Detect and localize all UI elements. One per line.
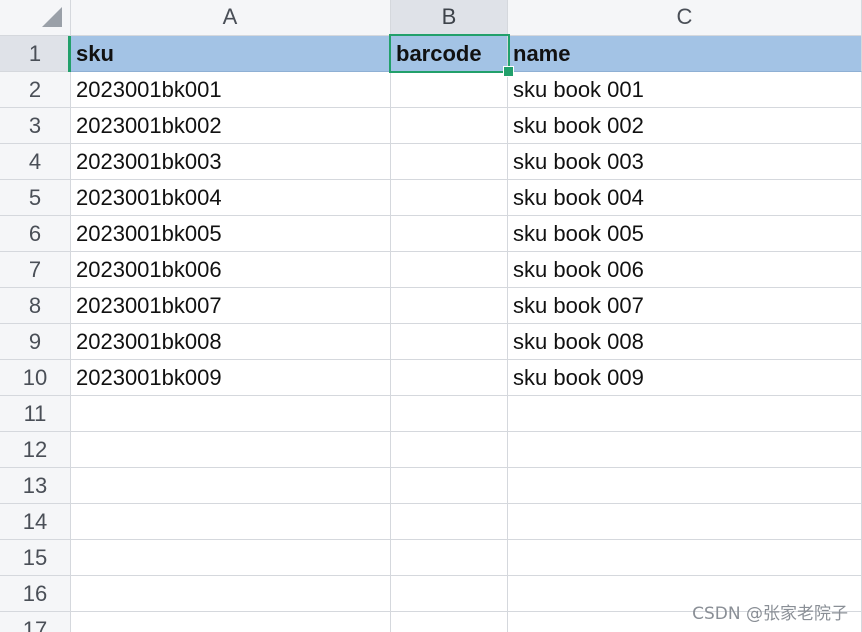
cell-b17[interactable] bbox=[391, 612, 508, 632]
cell-c12[interactable] bbox=[508, 432, 862, 468]
cell-b15[interactable] bbox=[391, 540, 508, 576]
row-header-11[interactable]: 11 bbox=[0, 396, 70, 432]
cell-c6[interactable]: sku book 005 bbox=[508, 216, 862, 252]
cell-b9[interactable] bbox=[391, 324, 508, 360]
row-header-15[interactable]: 15 bbox=[0, 540, 70, 576]
cell-b5[interactable] bbox=[391, 180, 508, 216]
cell-a12[interactable] bbox=[71, 432, 391, 468]
cell-a11[interactable] bbox=[71, 396, 391, 432]
cell-a10[interactable]: 2023001bk009 bbox=[71, 360, 391, 396]
row-header-9[interactable]: 9 bbox=[0, 324, 70, 360]
cell-c14[interactable] bbox=[508, 504, 862, 540]
row-1-left-indicator bbox=[68, 36, 71, 72]
table-row bbox=[71, 504, 862, 540]
cell-a16[interactable] bbox=[71, 576, 391, 612]
table-row bbox=[71, 468, 862, 504]
table-row: 2023001bk009 sku book 009 bbox=[71, 360, 862, 396]
row-header-bar: 1 2 3 4 5 6 7 8 9 10 11 12 13 14 15 16 17 bbox=[0, 36, 71, 632]
cell-b6[interactable] bbox=[391, 216, 508, 252]
row-header-16[interactable]: 16 bbox=[0, 576, 70, 612]
cell-a14[interactable] bbox=[71, 504, 391, 540]
cell-b7[interactable] bbox=[391, 252, 508, 288]
row-header-4[interactable]: 4 bbox=[0, 144, 70, 180]
cell-b2[interactable] bbox=[391, 72, 508, 108]
row-header-5[interactable]: 5 bbox=[0, 180, 70, 216]
cell-a17[interactable] bbox=[71, 612, 391, 632]
cell-a15[interactable] bbox=[71, 540, 391, 576]
fill-handle[interactable] bbox=[503, 66, 514, 77]
cell-c5[interactable]: sku book 004 bbox=[508, 180, 862, 216]
column-header-b[interactable]: B bbox=[391, 0, 508, 35]
cell-c15[interactable] bbox=[508, 540, 862, 576]
row-header-1[interactable]: 1 bbox=[0, 36, 70, 72]
cell-c10[interactable]: sku book 009 bbox=[508, 360, 862, 396]
row-header-2[interactable]: 2 bbox=[0, 72, 70, 108]
table-row: 2023001bk003 sku book 003 bbox=[71, 144, 862, 180]
row-header-14[interactable]: 14 bbox=[0, 504, 70, 540]
select-all-triangle-icon bbox=[42, 7, 62, 27]
cell-a5[interactable]: 2023001bk004 bbox=[71, 180, 391, 216]
cell-c4[interactable]: sku book 003 bbox=[508, 144, 862, 180]
table-row: 2023001bk008 sku book 008 bbox=[71, 324, 862, 360]
row-header-3[interactable]: 3 bbox=[0, 108, 70, 144]
cell-b11[interactable] bbox=[391, 396, 508, 432]
cell-a7[interactable]: 2023001bk006 bbox=[71, 252, 391, 288]
cell-b1[interactable]: barcode bbox=[391, 36, 508, 72]
column-header-a[interactable]: A bbox=[70, 0, 391, 35]
table-row: 2023001bk001 sku book 001 bbox=[71, 72, 862, 108]
table-row: 2023001bk005 sku book 005 bbox=[71, 216, 862, 252]
row-header-17[interactable]: 17 bbox=[0, 612, 70, 632]
cell-a3[interactable]: 2023001bk002 bbox=[71, 108, 391, 144]
cell-b3[interactable] bbox=[391, 108, 508, 144]
cell-c9[interactable]: sku book 008 bbox=[508, 324, 862, 360]
cell-c13[interactable] bbox=[508, 468, 862, 504]
cell-b8[interactable] bbox=[391, 288, 508, 324]
row-header-13[interactable]: 13 bbox=[0, 468, 70, 504]
cell-a4[interactable]: 2023001bk003 bbox=[71, 144, 391, 180]
row-header-12[interactable]: 12 bbox=[0, 432, 70, 468]
cell-c7[interactable]: sku book 006 bbox=[508, 252, 862, 288]
watermark-text: CSDN @张家老院子 bbox=[692, 604, 848, 624]
cell-b14[interactable] bbox=[391, 504, 508, 540]
cell-a1[interactable]: sku bbox=[71, 36, 391, 72]
table-row: sku barcode name bbox=[71, 36, 862, 72]
row-header-6[interactable]: 6 bbox=[0, 216, 70, 252]
cell-b16[interactable] bbox=[391, 576, 508, 612]
cell-c3[interactable]: sku book 002 bbox=[508, 108, 862, 144]
cell-a9[interactable]: 2023001bk008 bbox=[71, 324, 391, 360]
table-row bbox=[71, 396, 862, 432]
cell-b4[interactable] bbox=[391, 144, 508, 180]
cell-c11[interactable] bbox=[508, 396, 862, 432]
spreadsheet: A B C 1 2 3 4 5 6 7 8 9 10 11 12 13 14 15 16 17 sku barco… bbox=[0, 0, 862, 632]
row-header-10[interactable]: 10 bbox=[0, 360, 70, 396]
cell-a2[interactable]: 2023001bk001 bbox=[71, 72, 391, 108]
cell-c8[interactable]: sku book 007 bbox=[508, 288, 862, 324]
cell-b12[interactable] bbox=[391, 432, 508, 468]
row-header-8[interactable]: 8 bbox=[0, 288, 70, 324]
column-header-c[interactable]: C bbox=[508, 0, 862, 35]
cell-a6[interactable]: 2023001bk005 bbox=[71, 216, 391, 252]
column-header-bar: A B C bbox=[0, 0, 862, 36]
table-row bbox=[71, 540, 862, 576]
cell-c1[interactable]: name bbox=[508, 36, 862, 72]
cell-c2[interactable]: sku book 001 bbox=[508, 72, 862, 108]
table-row bbox=[71, 432, 862, 468]
table-row: 2023001bk006 sku book 006 bbox=[71, 252, 862, 288]
select-all-corner[interactable] bbox=[0, 0, 71, 35]
cell-a8[interactable]: 2023001bk007 bbox=[71, 288, 391, 324]
table-row: 2023001bk002 sku book 002 bbox=[71, 108, 862, 144]
table-row: 2023001bk004 sku book 004 bbox=[71, 180, 862, 216]
table-row: 2023001bk007 sku book 007 bbox=[71, 288, 862, 324]
row-header-7[interactable]: 7 bbox=[0, 252, 70, 288]
cell-grid: sku barcode name 2023001bk001 sku book 001 20… bbox=[71, 36, 862, 632]
cell-b10[interactable] bbox=[391, 360, 508, 396]
cell-b13[interactable] bbox=[391, 468, 508, 504]
cell-a13[interactable] bbox=[71, 468, 391, 504]
